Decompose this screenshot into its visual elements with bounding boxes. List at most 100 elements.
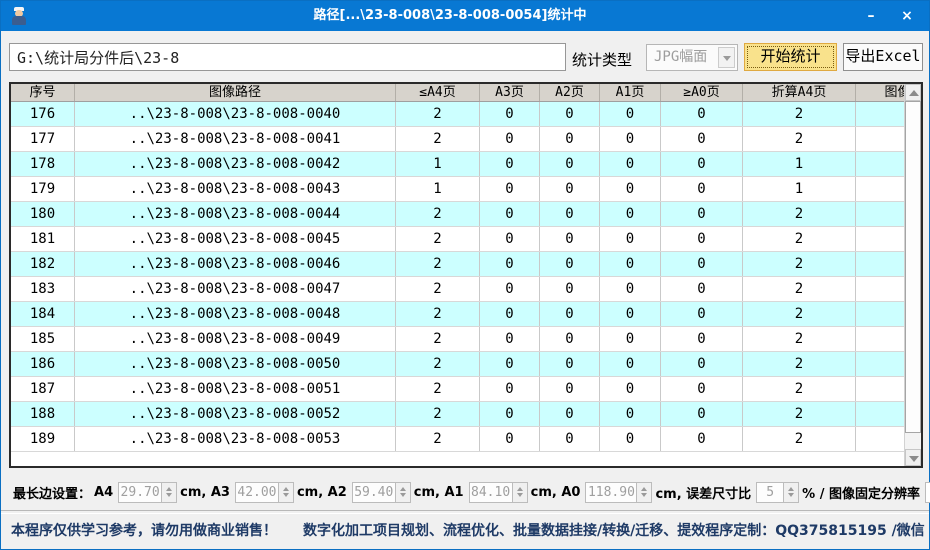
spinner-down-icon[interactable] — [166, 493, 172, 497]
cell-a0-pages: 0 — [661, 277, 743, 301]
vertical-scrollbar[interactable] — [904, 84, 921, 466]
cell-image-count: 2 — [856, 202, 904, 226]
a0-max-edge-input[interactable] — [585, 482, 637, 503]
cell-a4-pages: 2 — [396, 102, 480, 126]
table-row[interactable]: 179 ..\23-8-008\23-8-008-0043 1 0 0 0 0 … — [11, 177, 904, 202]
spinner-up-icon[interactable] — [517, 487, 523, 491]
scrollbar-thumb[interactable] — [905, 101, 921, 433]
table-row[interactable]: 182 ..\23-8-008\23-8-008-0046 2 0 0 0 0 … — [11, 252, 904, 277]
table-row[interactable]: 178 ..\23-8-008\23-8-008-0042 1 0 0 0 0 … — [11, 152, 904, 177]
stat-type-select[interactable]: JPG幅面 — [646, 44, 738, 71]
titlebar: 路径[...\23-8-008\23-8-008-0054]统计中 – × — [1, 1, 929, 31]
column-header[interactable]: A1页 — [600, 84, 661, 101]
cell-index: 176 — [11, 102, 75, 126]
column-header[interactable]: 折算A4页 — [743, 84, 856, 101]
app-window: 路径[...\23-8-008\23-8-008-0054]统计中 – × 统计… — [0, 0, 930, 550]
cell-a0-pages: 0 — [661, 327, 743, 351]
scroll-up-button[interactable] — [905, 84, 921, 101]
cell-a0-pages: 0 — [661, 102, 743, 126]
a2-max-edge-input[interactable] — [352, 482, 396, 503]
fixed-dpi-field: % / 图像固定分辨率 — [799, 482, 930, 503]
cell-a4-pages: 2 — [396, 227, 480, 251]
column-header[interactable]: 序号 — [11, 84, 75, 101]
table-row[interactable]: 177 ..\23-8-008\23-8-008-0041 2 0 0 0 0 … — [11, 127, 904, 152]
column-header[interactable]: ≥A0页 — [661, 84, 743, 101]
spinner-down-icon[interactable] — [283, 493, 289, 497]
cell-image-count: 1 — [856, 152, 904, 176]
spinner-up-icon[interactable] — [788, 487, 794, 491]
cell-converted-a4: 1 — [743, 152, 856, 176]
spinner-up-icon[interactable] — [283, 487, 289, 491]
column-header[interactable]: A3页 — [480, 84, 540, 101]
a3-max-edge-field: cm, A3 — [177, 482, 294, 503]
cell-index: 182 — [11, 252, 75, 276]
spinner-up-icon[interactable] — [400, 487, 406, 491]
cell-image-count: 2 — [856, 352, 904, 376]
cell-image-count: 2 — [856, 252, 904, 276]
cell-converted-a4: 2 — [743, 427, 856, 451]
cell-image-count: 2 — [856, 427, 904, 451]
cell-converted-a4: 2 — [743, 402, 856, 426]
fixed-dpi-input[interactable] — [925, 482, 930, 503]
table-row[interactable]: 188 ..\23-8-008\23-8-008-0052 2 0 0 0 0 … — [11, 402, 904, 427]
table-row[interactable]: 186 ..\23-8-008\23-8-008-0050 2 0 0 0 0 … — [11, 352, 904, 377]
spinner-down-icon[interactable] — [517, 493, 523, 497]
scroll-down-button[interactable] — [905, 449, 921, 466]
cell-converted-a4: 2 — [743, 327, 856, 351]
column-header[interactable]: ≤A4页 — [396, 84, 480, 101]
start-statistics-button[interactable]: 开始统计 — [744, 43, 837, 71]
cell-a2-pages: 0 — [540, 302, 600, 326]
minimize-button[interactable]: – — [853, 1, 889, 31]
a0-max-edge-field: cm, A0 — [528, 482, 653, 503]
table-row[interactable]: 187 ..\23-8-008\23-8-008-0051 2 0 0 0 0 … — [11, 377, 904, 402]
cell-a3-pages: 0 — [480, 152, 540, 176]
cell-converted-a4: 2 — [743, 127, 856, 151]
a1-max-edge-input[interactable] — [469, 482, 513, 503]
table-row[interactable]: 185 ..\23-8-008\23-8-008-0049 2 0 0 0 0 … — [11, 327, 904, 352]
cell-a4-pages: 2 — [396, 302, 480, 326]
a3-max-edge-input[interactable] — [235, 482, 279, 503]
a1-max-edge-field: cm, A1 — [411, 482, 528, 503]
cell-a1-pages: 0 — [600, 202, 661, 226]
path-input[interactable] — [9, 43, 566, 71]
cell-image-count: 2 — [856, 327, 904, 351]
cell-a3-pages: 0 — [480, 202, 540, 226]
cell-a1-pages: 0 — [600, 102, 661, 126]
cell-a1-pages: 0 — [600, 327, 661, 351]
cell-index: 185 — [11, 327, 75, 351]
spinner-down-icon[interactable] — [641, 493, 647, 497]
close-button[interactable]: × — [889, 1, 925, 31]
cell-a3-pages: 0 — [480, 427, 540, 451]
table-row[interactable]: 181 ..\23-8-008\23-8-008-0045 2 0 0 0 0 … — [11, 227, 904, 252]
cell-a3-pages: 0 — [480, 327, 540, 351]
a4-max-edge-input[interactable] — [118, 482, 162, 503]
cell-a2-pages: 0 — [540, 102, 600, 126]
cell-a0-pages: 0 — [661, 402, 743, 426]
cell-a4-pages: 2 — [396, 252, 480, 276]
spinner-up-icon[interactable] — [166, 487, 172, 491]
spinner-down-icon[interactable] — [788, 493, 794, 497]
table-row[interactable]: 184 ..\23-8-008\23-8-008-0048 2 0 0 0 0 … — [11, 302, 904, 327]
cell-a3-pages: 0 — [480, 227, 540, 251]
column-header[interactable]: A2页 — [540, 84, 600, 101]
cell-a3-pages: 0 — [480, 177, 540, 201]
cell-a0-pages: 0 — [661, 352, 743, 376]
table-row[interactable]: 180 ..\23-8-008\23-8-008-0044 2 0 0 0 0 … — [11, 202, 904, 227]
column-header[interactable]: 图像路径 — [75, 84, 396, 101]
cell-a4-pages: 1 — [396, 152, 480, 176]
cell-a2-pages: 0 — [540, 177, 600, 201]
spinner-down-icon[interactable] — [400, 493, 406, 497]
cell-a0-pages: 0 — [661, 227, 743, 251]
table-row[interactable]: 176 ..\23-8-008\23-8-008-0040 2 0 0 0 0 … — [11, 102, 904, 127]
table-row[interactable]: 183 ..\23-8-008\23-8-008-0047 2 0 0 0 0 … — [11, 277, 904, 302]
cell-converted-a4: 2 — [743, 202, 856, 226]
cell-converted-a4: 2 — [743, 302, 856, 326]
export-excel-button[interactable]: 导出Excel — [843, 43, 923, 71]
tolerance-percent-input[interactable] — [756, 482, 784, 503]
spinner-up-icon[interactable] — [641, 487, 647, 491]
stat-type-label: 统计类型 — [572, 49, 632, 70]
table-row[interactable]: 189 ..\23-8-008\23-8-008-0053 2 0 0 0 0 … — [11, 427, 904, 452]
chevron-down-icon[interactable] — [718, 47, 735, 68]
column-header[interactable]: 图像数量 — [856, 84, 904, 101]
cell-a1-pages: 0 — [600, 402, 661, 426]
